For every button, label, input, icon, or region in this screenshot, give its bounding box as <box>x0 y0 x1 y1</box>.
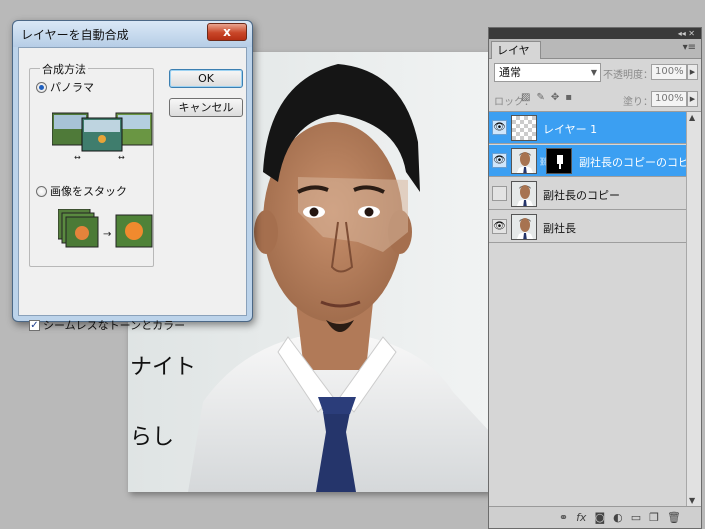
blend-method-group: 合成方法 パノラマ ↔ ↔ 画像をスタック → <box>29 61 154 267</box>
panel-menu-icon[interactable]: ▾≡ <box>683 42 696 53</box>
add-mask-icon[interactable]: ◙ <box>594 511 605 524</box>
fx-icon[interactable]: fx <box>576 511 586 524</box>
new-layer-icon[interactable]: ❐ <box>649 511 659 524</box>
opacity-label: 不透明度： <box>603 70 653 81</box>
layers-panel: ◂◂ ✕ レイヤー ▾≡ 通常 ▼ 不透明度： 100% ▶ ロック： ▨ ✎ … <box>488 27 702 529</box>
seamless-checkbox[interactable]: ✓ <box>29 319 40 331</box>
group-icon[interactable]: ▭ <box>631 511 641 524</box>
svg-text:↔: ↔ <box>74 153 81 161</box>
trash-icon[interactable]: 🗑 <box>667 511 681 524</box>
stack-label: 画像をスタック <box>50 185 127 198</box>
cancel-button[interactable]: キャンセル <box>169 98 243 117</box>
layer-name: 副社長 <box>543 222 576 235</box>
link-icon[interactable]: ⚭ <box>559 511 568 524</box>
fill-field[interactable]: 100% <box>651 91 687 107</box>
blend-mode-value: 通常 <box>499 66 521 79</box>
svg-text:↔: ↔ <box>118 153 125 161</box>
handwriting-text-1: ナイト <box>130 355 196 380</box>
panel-tab-row: レイヤー ▾≡ <box>489 39 701 74</box>
dialog-titlebar[interactable]: レイヤーを自動合成 x <box>13 21 252 47</box>
lock-transparent-icon[interactable]: ▨ <box>521 92 530 103</box>
tab-layers[interactable]: レイヤー <box>491 41 541 74</box>
panorama-illustration: ↔ ↔ <box>52 112 153 161</box>
svg-text:→: → <box>103 229 111 240</box>
seamless-label: シームレスなトーンとカラー <box>43 319 186 332</box>
layers-scrollbar[interactable]: ▲ ▼ <box>686 112 701 506</box>
dialog-title: レイヤーを自動合成 <box>21 28 129 42</box>
blend-method-label: 合成方法 <box>40 61 88 77</box>
lock-brush-icon[interactable]: ✎ <box>536 92 544 103</box>
eye-icon[interactable]: 👁 <box>492 219 507 234</box>
dialog-body: 合成方法 パノラマ ↔ ↔ 画像をスタック → OK キャンセル ✓ シームレス… <box>18 47 247 332</box>
close-button[interactable]: x <box>207 23 247 41</box>
layer-mask-thumbnail[interactable] <box>546 148 572 174</box>
opacity-field[interactable]: 100% <box>651 64 687 80</box>
lock-move-icon[interactable]: ✥ <box>551 92 559 103</box>
fill-arrow-icon[interactable]: ▶ <box>687 91 698 107</box>
layer-name: 副社長のコピー <box>543 189 620 202</box>
layer-row-1[interactable]: 👁 レイヤー 1 <box>489 112 686 144</box>
layer-thumbnail <box>511 148 537 174</box>
layer-thumbnail <box>511 214 537 240</box>
opacity-arrow-icon[interactable]: ▶ <box>687 64 698 80</box>
panel-collapse-strip[interactable]: ◂◂ ✕ <box>489 28 701 39</box>
scroll-up-icon[interactable]: ▲ <box>689 113 695 122</box>
lock-icons: ▨ ✎ ✥ ▪ <box>521 92 572 103</box>
panorama-radio[interactable] <box>36 81 47 93</box>
layer-row-2[interactable]: 👁 ⛓ 副社長のコピーのコピー <box>489 145 700 177</box>
option-panorama[interactable]: パノラマ <box>36 79 94 95</box>
ok-button[interactable]: OK <box>169 69 243 88</box>
layer-name: レイヤー 1 <box>543 123 598 136</box>
panorama-label: パノラマ <box>50 81 94 94</box>
auto-blend-dialog: レイヤーを自動合成 x 合成方法 パノラマ ↔ ↔ 画像をスタック → OK キ… <box>12 20 253 332</box>
layers-bottom-toolbar: ⚭ fx ◙ ◐ ▭ ❐ 🗑 <box>489 506 701 528</box>
layer-name: 副社長のコピーのコピー <box>579 156 700 169</box>
layer-row-3[interactable]: 副社長のコピー <box>489 178 686 210</box>
option-stack[interactable]: 画像をスタック <box>36 183 127 199</box>
layer-row-4[interactable]: 👁 副社長 <box>489 211 686 243</box>
chevron-down-icon: ▼ <box>590 68 597 77</box>
eye-hidden-icon[interactable] <box>492 186 507 201</box>
seamless-option[interactable]: ✓ シームレスなトーンとカラー <box>29 317 185 333</box>
handwriting-text-2: らし <box>130 425 174 450</box>
blend-mode-select[interactable]: 通常 ▼ <box>494 63 601 82</box>
stack-illustration: → <box>58 209 153 248</box>
eye-icon[interactable]: 👁 <box>492 153 507 168</box>
fill-label: 塗り： <box>623 97 653 108</box>
lock-all-icon[interactable]: ▪ <box>565 92 572 103</box>
stack-radio[interactable] <box>36 185 47 197</box>
layer-thumbnail <box>511 115 537 141</box>
layer-thumbnail <box>511 181 537 207</box>
eye-icon[interactable]: 👁 <box>492 120 507 135</box>
adjustment-icon[interactable]: ◐ <box>613 511 623 524</box>
scroll-down-icon[interactable]: ▼ <box>689 496 695 505</box>
